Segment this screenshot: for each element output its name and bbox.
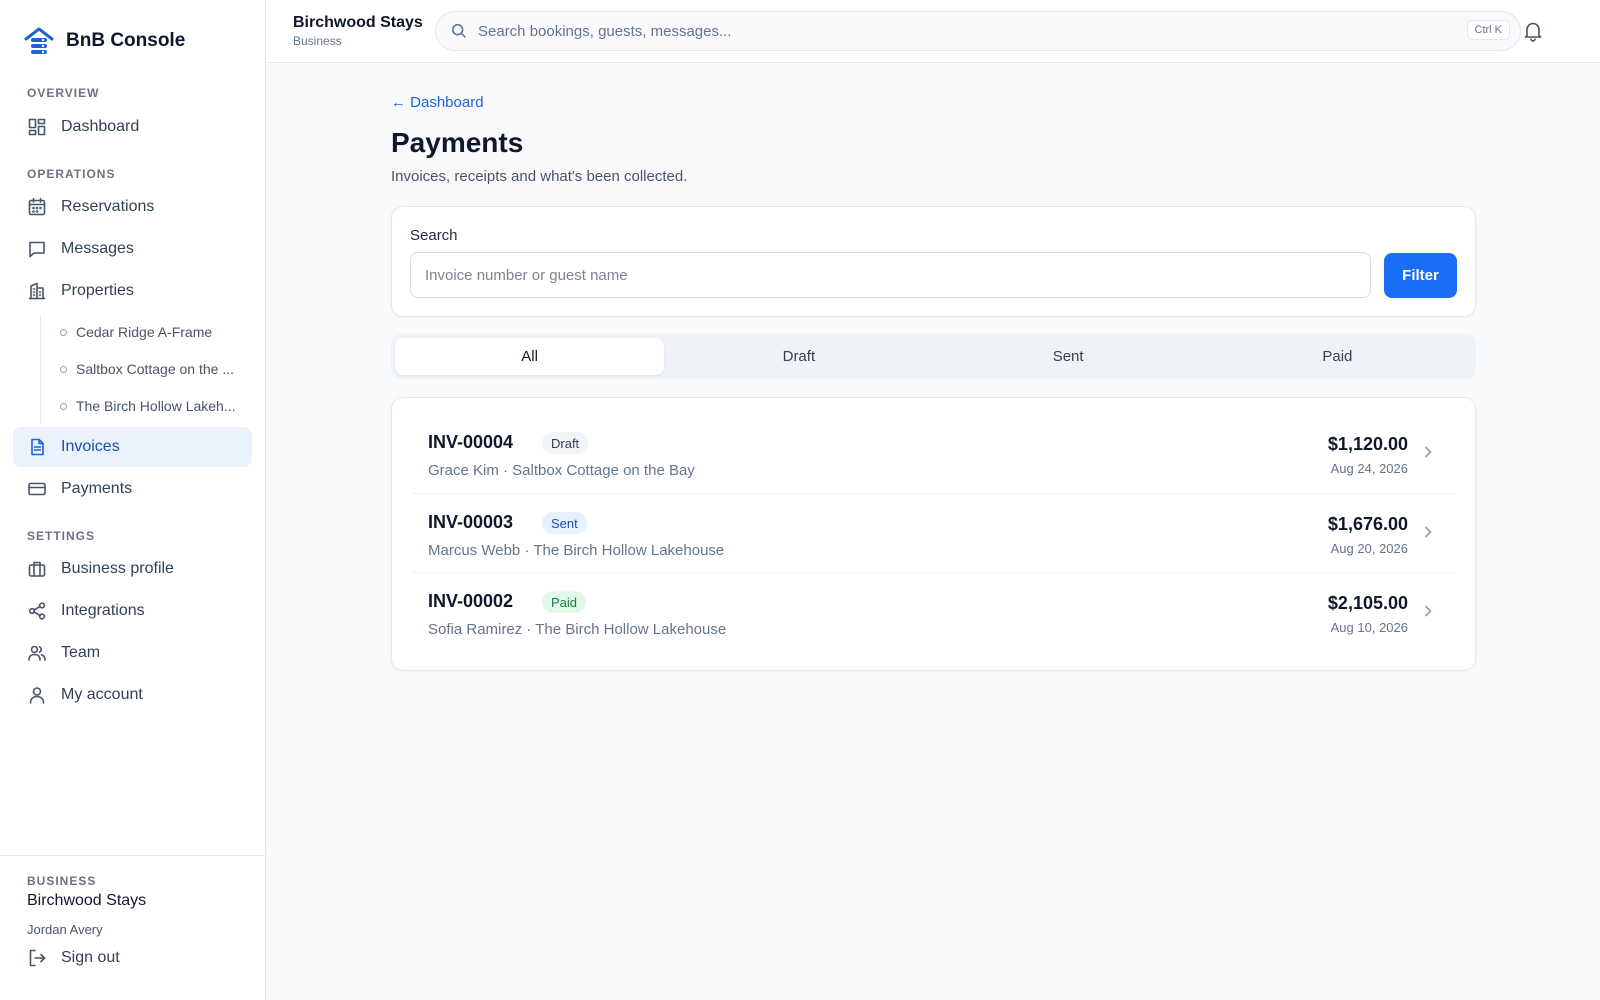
property-name: Saltbox Cottage on the ... bbox=[76, 361, 234, 377]
invoice-row[interactable]: INV-00003 Sent Marcus Webb · The Birch H… bbox=[412, 493, 1456, 572]
invoice-row[interactable]: INV-00004 Draft Grace Kim · Saltbox Cott… bbox=[412, 414, 1456, 493]
user-icon bbox=[27, 685, 47, 705]
search-label: Search bbox=[410, 227, 458, 244]
sidebar-item-dashboard[interactable]: Dashboard bbox=[13, 107, 252, 147]
status-tabs: All Draft Sent Paid bbox=[391, 334, 1476, 379]
sidebar-item-payments[interactable]: Payments bbox=[13, 469, 252, 509]
workspace-type: Business bbox=[293, 34, 342, 48]
dashboard-icon bbox=[27, 117, 47, 137]
business-label: BUSINESS bbox=[27, 874, 97, 888]
invoice-number: INV-00004 bbox=[428, 432, 514, 452]
sidebar-item-label: Invoices bbox=[61, 438, 120, 455]
logo-icon bbox=[24, 27, 54, 54]
back-to-dashboard-link[interactable]: ← Dashboard bbox=[391, 94, 484, 111]
sidebar-subitem-property[interactable]: The Birch Hollow Lakeh... bbox=[60, 391, 250, 421]
invoice-search-input[interactable] bbox=[410, 252, 1371, 298]
logout-icon bbox=[27, 948, 47, 968]
sidebar-item-my-account[interactable]: My account bbox=[13, 675, 252, 715]
brand[interactable]: BnB Console bbox=[22, 24, 185, 58]
invoice-date: Aug 10, 2026 bbox=[1330, 620, 1408, 635]
sidebar-item-reservations[interactable]: Reservations bbox=[13, 187, 252, 227]
sidebar-item-label: Business profile bbox=[61, 560, 174, 577]
calendar-icon bbox=[27, 197, 47, 217]
sidebar-item-label: Messages bbox=[61, 240, 134, 257]
tab-draft[interactable]: Draft bbox=[664, 338, 933, 375]
chevron-right-icon bbox=[1420, 524, 1436, 540]
keyboard-shortcut-badge: Ctrl K bbox=[1466, 20, 1510, 40]
invoice-date: Aug 24, 2026 bbox=[1330, 461, 1408, 476]
user-name: Jordan Avery bbox=[27, 922, 103, 937]
sidebar-item-label: Team bbox=[61, 644, 101, 661]
section-label-operations: OPERATIONS bbox=[27, 167, 116, 181]
bullet-icon bbox=[60, 365, 67, 373]
page-subtitle: Invoices, receipts and what's been colle… bbox=[391, 168, 688, 185]
invoice-amount: $2,105.00 bbox=[1327, 593, 1408, 613]
sidebar-item-business-profile[interactable]: Business profile bbox=[13, 549, 252, 589]
bullet-icon bbox=[60, 328, 67, 336]
sidebar-item-label: Integrations bbox=[61, 602, 145, 619]
document-icon bbox=[27, 437, 47, 457]
tree-line bbox=[40, 315, 41, 423]
page-title: Payments bbox=[391, 127, 524, 158]
sidebar-item-properties[interactable]: Properties bbox=[13, 271, 252, 311]
filter-button[interactable]: Filter bbox=[1384, 253, 1457, 298]
tab-paid[interactable]: Paid bbox=[1203, 338, 1472, 375]
invoice-amount: $1,676.00 bbox=[1327, 514, 1408, 534]
workspace-name[interactable]: Birchwood Stays bbox=[293, 14, 423, 32]
section-label-settings: SETTINGS bbox=[27, 529, 96, 543]
sign-out-button[interactable]: Sign out bbox=[13, 938, 252, 978]
search-icon bbox=[451, 23, 466, 38]
global-search[interactable]: Ctrl K bbox=[435, 11, 1521, 51]
sidebar-footer: BUSINESS Birchwood Stays Jordan Avery Si… bbox=[0, 855, 266, 1000]
invoice-amount: $1,120.00 bbox=[1327, 434, 1408, 454]
section-label-overview: OVERVIEW bbox=[27, 86, 100, 100]
business-name: Birchwood Stays bbox=[27, 892, 147, 909]
invoice-number: INV-00002 bbox=[428, 591, 514, 611]
sidebar-item-label: Payments bbox=[61, 480, 133, 497]
sidebar-subitem-property[interactable]: Saltbox Cottage on the ... bbox=[60, 354, 250, 384]
sidebar-item-messages[interactable]: Messages bbox=[13, 229, 252, 269]
sign-out-label: Sign out bbox=[61, 949, 120, 966]
bullet-icon bbox=[60, 402, 67, 410]
invoice-row[interactable]: INV-00002 Paid Sofia Ramirez · The Birch… bbox=[412, 572, 1456, 651]
sidebar-item-label: My account bbox=[61, 686, 143, 703]
invoice-number: INV-00003 bbox=[428, 512, 514, 532]
sidebar-item-label: Reservations bbox=[61, 198, 155, 215]
invoice-details: Grace Kim · Saltbox Cottage on the Bay bbox=[428, 462, 695, 479]
invoice-date: Aug 20, 2026 bbox=[1330, 541, 1408, 556]
sidebar: BnB Console OVERVIEW Dashboard OPERATION… bbox=[0, 0, 266, 1000]
invoice-details: Sofia Ramirez · The Birch Hollow Lakehou… bbox=[428, 621, 727, 638]
chevron-right-icon bbox=[1420, 603, 1436, 619]
building-icon bbox=[27, 281, 47, 301]
invoice-details: Marcus Webb · The Birch Hollow Lakehouse bbox=[428, 542, 725, 559]
sidebar-item-integrations[interactable]: Integrations bbox=[13, 591, 252, 631]
sidebar-item-label: Properties bbox=[61, 282, 134, 299]
users-icon bbox=[27, 643, 47, 663]
status-badge: Paid bbox=[542, 591, 587, 613]
sidebar-subitem-property[interactable]: Cedar Ridge A-Frame bbox=[60, 317, 250, 347]
share-icon bbox=[27, 601, 47, 621]
notifications-button[interactable] bbox=[1522, 20, 1544, 42]
sidebar-item-label: Dashboard bbox=[61, 118, 140, 135]
briefcase-icon bbox=[27, 559, 47, 579]
property-name: Cedar Ridge A-Frame bbox=[76, 324, 213, 340]
status-badge: Draft bbox=[542, 432, 589, 454]
message-icon bbox=[27, 239, 47, 259]
topbar: Birchwood Stays Business Ctrl K bbox=[266, 0, 1600, 63]
bell-icon bbox=[1524, 22, 1542, 42]
brand-name: BnB Console bbox=[66, 30, 186, 51]
tab-sent[interactable]: Sent bbox=[934, 338, 1203, 375]
tab-all[interactable]: All bbox=[395, 338, 665, 375]
property-name: The Birch Hollow Lakeh... bbox=[76, 398, 236, 414]
sidebar-item-invoices[interactable]: Invoices bbox=[13, 427, 252, 467]
credit-card-icon bbox=[27, 479, 47, 499]
sidebar-item-team[interactable]: Team bbox=[13, 633, 252, 673]
status-badge: Sent bbox=[542, 512, 587, 534]
invoice-search-card: Search Filter bbox=[391, 206, 1476, 317]
global-search-input[interactable] bbox=[478, 22, 1520, 40]
chevron-right-icon bbox=[1420, 444, 1436, 460]
invoice-list: INV-00004 Draft Grace Kim · Saltbox Cott… bbox=[391, 397, 1476, 671]
